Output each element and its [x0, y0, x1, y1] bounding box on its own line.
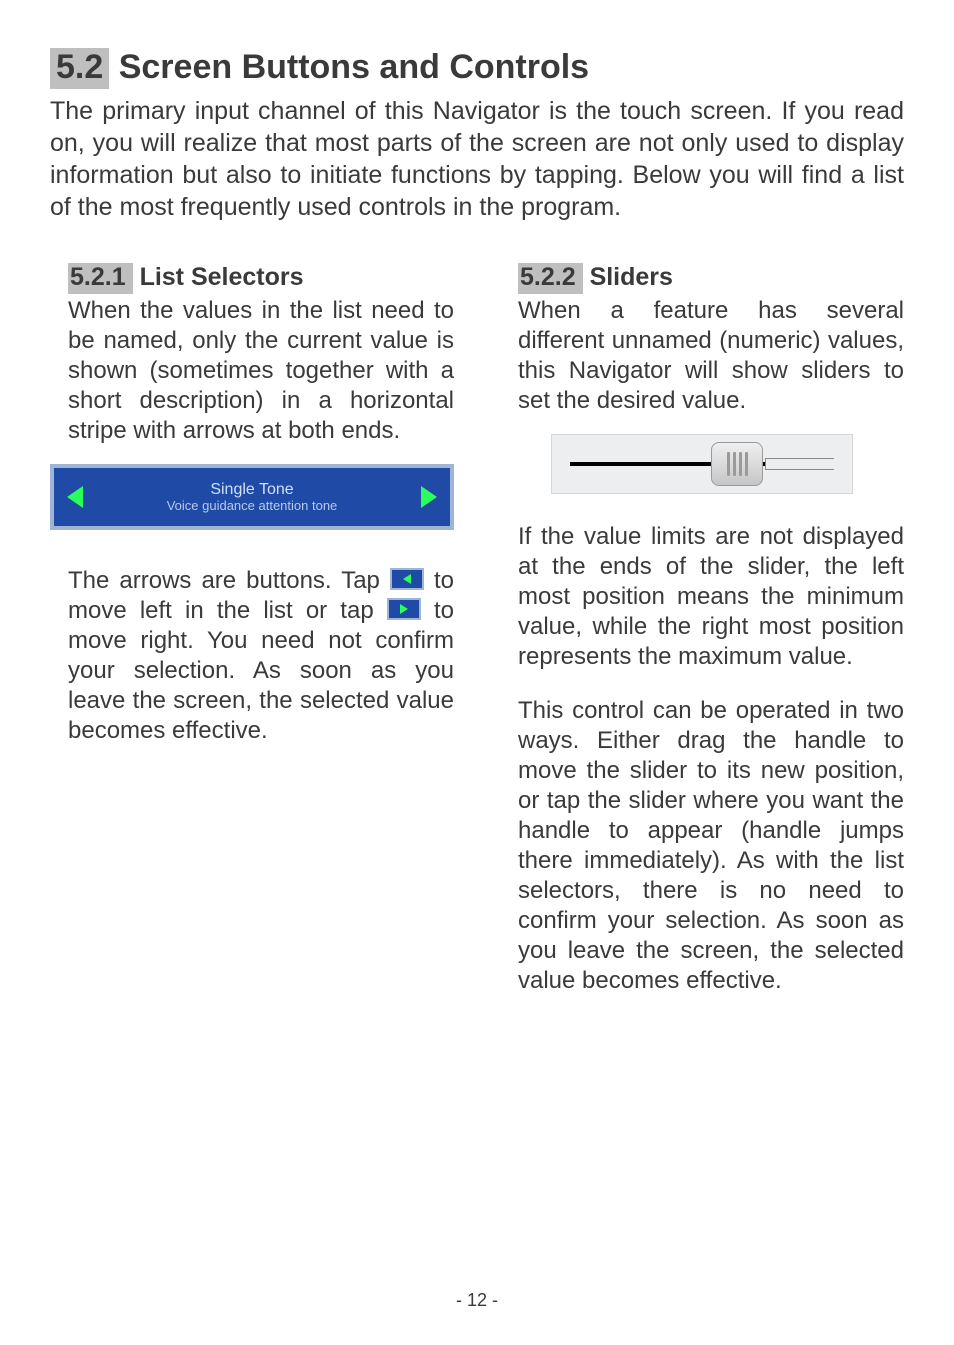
- arrow-right-icon: [421, 486, 437, 508]
- grip-icon: [727, 452, 730, 476]
- slider-example[interactable]: [551, 434, 853, 494]
- arrow-right-icon: [400, 604, 408, 614]
- section-intro: The primary input channel of this Naviga…: [50, 95, 904, 223]
- page-number: - 12 -: [0, 1290, 954, 1311]
- section-heading: 5.2 Screen Buttons and Controls: [50, 48, 904, 89]
- arrow-left-icon: [403, 574, 411, 584]
- subsection-title-text: List Selectors: [140, 263, 304, 291]
- list-selectors-para2: The arrows are buttons. Tap to move left…: [68, 566, 454, 746]
- subsection-number: 5.2.1: [68, 263, 133, 294]
- para2-part-a: The arrows are buttons. Tap: [68, 567, 390, 594]
- list-selector-example[interactable]: Single Tone Voice guidance attention ton…: [50, 464, 454, 530]
- sliders-para3: This control can be operated in two ways…: [518, 696, 904, 996]
- grip-icon: [745, 452, 748, 476]
- sliders-para1: When a feature has several different unn…: [518, 296, 904, 416]
- list-selector-value-subtitle: Voice guidance attention tone: [167, 499, 338, 513]
- list-selector-right-arrow[interactable]: [408, 468, 450, 526]
- subsection-heading-list-selectors: 5.2.1 List Selectors: [68, 263, 454, 294]
- column-list-selectors: 5.2.1 List Selectors When the values in …: [50, 263, 454, 996]
- list-selector-left-arrow[interactable]: [54, 468, 96, 526]
- sliders-para2: If the value limits are not displayed at…: [518, 522, 904, 672]
- section-number: 5.2: [50, 48, 109, 89]
- slider-track-empty: [765, 458, 834, 470]
- grip-icon: [733, 452, 736, 476]
- subsection-number: 5.2.2: [518, 263, 583, 294]
- slider-handle[interactable]: [711, 442, 763, 486]
- column-sliders: 5.2.2 Sliders When a feature has several…: [500, 263, 904, 996]
- grip-icon: [739, 452, 742, 476]
- subsection-heading-sliders: 5.2.2 Sliders: [518, 263, 904, 294]
- arrow-left-icon: [67, 486, 83, 508]
- inline-left-arrow-button[interactable]: [390, 568, 424, 590]
- inline-right-arrow-button[interactable]: [387, 598, 421, 620]
- list-selector-current-value: Single Tone Voice guidance attention ton…: [96, 468, 408, 526]
- section-title-text: Screen Buttons and Controls: [119, 48, 589, 86]
- list-selectors-para1: When the values in the list need to be n…: [68, 296, 454, 446]
- list-selector-value-title: Single Tone: [210, 482, 293, 499]
- subsection-title-text: Sliders: [590, 263, 673, 291]
